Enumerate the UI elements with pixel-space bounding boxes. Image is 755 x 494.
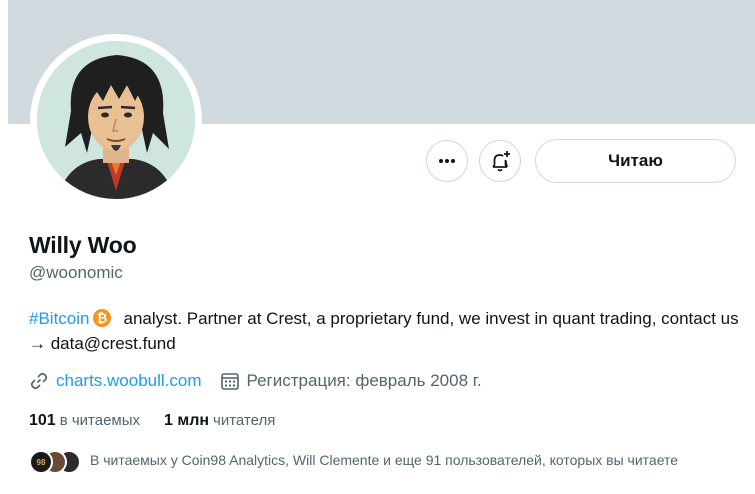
website-link[interactable]: charts.woobull.com bbox=[56, 371, 202, 391]
notifications-button[interactable] bbox=[479, 140, 521, 182]
following-label: в читаемых bbox=[59, 412, 141, 429]
avatar-illustration bbox=[37, 41, 195, 199]
joined-item: Регистрация: февраль 2008 г. bbox=[220, 371, 482, 391]
following-count: 101 bbox=[29, 412, 56, 429]
following-stat[interactable]: 101 в читаемых bbox=[29, 412, 140, 430]
profile-stats: 101 в читаемых 1 млн читателя bbox=[29, 412, 299, 430]
more-icon bbox=[439, 159, 455, 163]
website-item: charts.woobull.com bbox=[29, 371, 202, 391]
joined-date: Регистрация: февраль 2008 г. bbox=[246, 371, 482, 390]
following-button[interactable]: Читаю bbox=[535, 139, 736, 183]
profile-name: Willy Woo bbox=[29, 232, 137, 258]
profile-handle: @woonomic bbox=[29, 263, 123, 282]
bell-plus-icon bbox=[492, 151, 510, 172]
bitcoin-icon: ₿ bbox=[93, 309, 112, 327]
avatar[interactable] bbox=[37, 41, 195, 199]
mutual-avatar-1-text: 98 bbox=[36, 457, 46, 467]
link-icon bbox=[30, 372, 48, 390]
followers-stat[interactable]: 1 млн читателя bbox=[164, 412, 275, 430]
mutual-avatar-1: 98 bbox=[29, 450, 53, 474]
profile-bio: #Bitcoin ₿ analyst. Partner at Crest, a … bbox=[29, 306, 744, 356]
followers-label: читателя bbox=[213, 412, 276, 429]
followers-count: 1 млн bbox=[164, 412, 210, 429]
calendar-icon bbox=[220, 373, 239, 390]
followers-you-know-text[interactable]: В читаемых у Coin98 Analytics, Will Clem… bbox=[90, 450, 730, 470]
svg-text:₿: ₿ bbox=[97, 312, 108, 327]
more-options-button[interactable] bbox=[426, 140, 468, 182]
bio-hashtag-link[interactable]: #Bitcoin bbox=[29, 309, 89, 328]
profile-meta: charts.woobull.com Регистрация: февраль … bbox=[29, 371, 482, 391]
bio-text: analyst. Partner at Crest, a proprietary… bbox=[29, 309, 739, 353]
